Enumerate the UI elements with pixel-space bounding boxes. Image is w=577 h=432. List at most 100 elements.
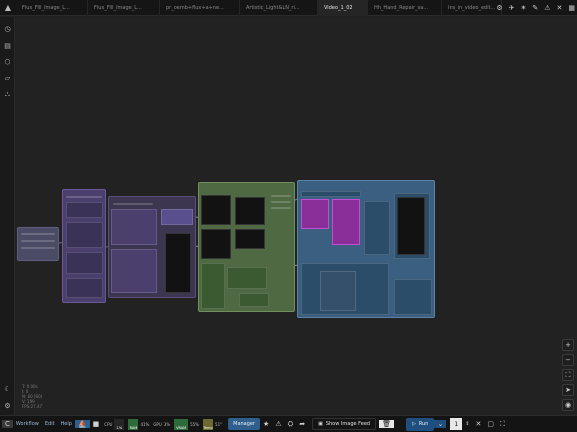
vram-meter: VRAM 55%	[172, 418, 201, 431]
workflow-menu[interactable]: Workflow	[13, 418, 42, 431]
manager-label: Manager	[233, 421, 256, 427]
canvas-zoom-controls: + − ⛶ ➤ ◉	[562, 339, 574, 411]
feed-icon: ▣	[318, 421, 323, 427]
temp-label: Temp	[203, 425, 213, 430]
node-widget	[271, 195, 291, 197]
workflow-tab-bar: ▲ Flux_Fill_Image_L... Flux_Fill_Image_L…	[0, 0, 577, 16]
cpu-bar: 1%	[114, 418, 125, 430]
temp-bar: Temp	[203, 418, 214, 430]
chevron-down-icon[interactable]: ⌄	[434, 420, 447, 428]
vram-value: 55%	[190, 421, 200, 427]
node-panel	[320, 271, 356, 311]
stepper-icon[interactable]: ⇕	[462, 421, 472, 427]
share-icon[interactable]: ➦	[296, 420, 308, 428]
ram-bar: RAM	[128, 418, 139, 430]
mask-preview	[332, 199, 360, 245]
workflow-tab[interactable]: Ins_in_video_edit...	[442, 0, 502, 16]
close-queue-icon[interactable]: ✕	[473, 420, 485, 428]
manager-button[interactable]: Manager	[228, 418, 261, 430]
comfy-logo-icon[interactable]: ▲	[0, 0, 16, 16]
canvas-stats: T: 0.00s I: 0 N: 60 [60] V: 199 FPS:27.4…	[22, 384, 42, 409]
workflow-tab[interactable]: Flux_Fill_Image_L...	[88, 0, 160, 16]
node-widget	[21, 247, 55, 249]
node-header	[301, 191, 361, 197]
node-panel	[394, 279, 432, 315]
workflow-tab-active[interactable]: Video_1_02	[318, 0, 368, 16]
node-widget	[113, 203, 153, 205]
preview-panel	[397, 197, 425, 255]
warning-triangle-icon[interactable]: ⚠	[272, 420, 284, 428]
node-panel	[201, 263, 225, 309]
warning-icon[interactable]: ⚠	[544, 4, 550, 12]
zoom-out-icon[interactable]: −	[562, 354, 574, 366]
ram-value: 41%	[140, 421, 150, 427]
comfy-menu-icon[interactable]: C	[2, 420, 13, 428]
node-widget	[66, 196, 102, 198]
group-purple-loaders[interactable]	[62, 189, 106, 303]
close-icon[interactable]: ✕	[557, 4, 563, 12]
workflow-tab[interactable]: pr_oemb+flux+a+ne...	[160, 0, 240, 16]
workflow-tab[interactable]: Hh_Hand_Repair_sa...	[368, 0, 442, 16]
cpu-value: 1%	[116, 425, 123, 430]
stats-fps: FPS:27.47	[22, 404, 43, 409]
link-visibility-icon[interactable]: ◉	[562, 399, 574, 411]
trash-icon[interactable]: 🗑	[379, 420, 394, 428]
node-panel	[364, 201, 390, 255]
fullscreen-icon[interactable]: ⛶	[497, 420, 508, 429]
node-widget	[21, 233, 55, 235]
edit-menu[interactable]: Edit	[42, 418, 58, 431]
node-widget	[21, 240, 55, 242]
image-preview	[201, 195, 231, 225]
node-panel	[66, 278, 103, 298]
theme-toggle-icon[interactable]: ☾	[3, 385, 12, 394]
node-panel	[66, 202, 103, 218]
comfyui-window: ▲ Flux_Fill_Image_L... Flux_Fill_Image_L…	[0, 0, 577, 432]
sparkle-icon[interactable]: ✶	[520, 4, 526, 12]
cpu-label: CPU	[104, 421, 113, 427]
image-preview	[235, 229, 265, 249]
square-icon[interactable]: ■	[90, 420, 103, 428]
node-load-small[interactable]	[17, 227, 59, 261]
run-button[interactable]: ▷ Run	[405, 417, 435, 431]
node-widget	[271, 201, 291, 203]
node-panel	[111, 249, 157, 293]
node-graph-canvas[interactable]: T: 0.00s I: 0 N: 60 [60] V: 199 FPS:27.4…	[16, 17, 577, 415]
show-image-feed-button[interactable]: ▣ Show Image Feed	[312, 418, 377, 430]
group-blue[interactable]	[297, 180, 435, 318]
help-menu[interactable]: Help	[58, 418, 75, 431]
fit-view-icon[interactable]: ⛶	[562, 369, 574, 381]
queue-count-input[interactable]: 1	[450, 418, 463, 430]
history-icon[interactable]: ◷	[3, 25, 12, 34]
zoom-in-icon[interactable]: +	[562, 339, 574, 351]
gpu-label: GPU	[153, 421, 162, 427]
pin-icon[interactable]: ✈	[509, 4, 515, 12]
run-label: Run	[418, 421, 429, 427]
group-green[interactable]	[198, 182, 295, 312]
workflow-tab[interactable]: Flux_Fill_Image_L...	[16, 0, 88, 16]
clip-icon[interactable]: ⛭	[285, 420, 297, 429]
queue-icon[interactable]: ▤	[3, 42, 12, 51]
ram-meter: RAM 41%	[126, 418, 151, 431]
star-icon[interactable]: ★	[260, 420, 272, 428]
group-purple-sampler[interactable]	[108, 196, 196, 298]
node-panel	[161, 209, 193, 225]
launcher-icon[interactable]: ⛵	[74, 420, 90, 428]
show-image-feed-label: Show Image Feed	[325, 421, 371, 427]
node-library-icon[interactable]: ⬡	[3, 58, 12, 67]
temp-meter: Temp 51°	[201, 418, 224, 431]
gear-icon[interactable]: ⚙	[496, 4, 502, 12]
select-mode-icon[interactable]: ➤	[562, 384, 574, 396]
temp-value: 51°	[215, 421, 223, 427]
gpu-meter: GPU 3%	[151, 418, 172, 431]
workflow-tab[interactable]: Artistic_Light&LN_ri...	[240, 0, 318, 16]
panel-icon[interactable]: ▢	[484, 420, 497, 428]
ram-label: RAM	[129, 425, 138, 430]
node-panel	[227, 267, 267, 289]
left-sidebar: ◷ ▤ ⬡ ▱ ⛬ ☾ ⚙	[0, 17, 15, 415]
folder-icon[interactable]: ▱	[3, 74, 12, 83]
settings-gear-icon[interactable]: ⚙	[3, 402, 12, 411]
model-library-icon[interactable]: ⛬	[3, 90, 12, 99]
vram-label: VRAM	[176, 425, 187, 430]
grid-icon[interactable]: ▦	[568, 4, 575, 12]
pencil-icon[interactable]: ✎	[532, 4, 538, 12]
